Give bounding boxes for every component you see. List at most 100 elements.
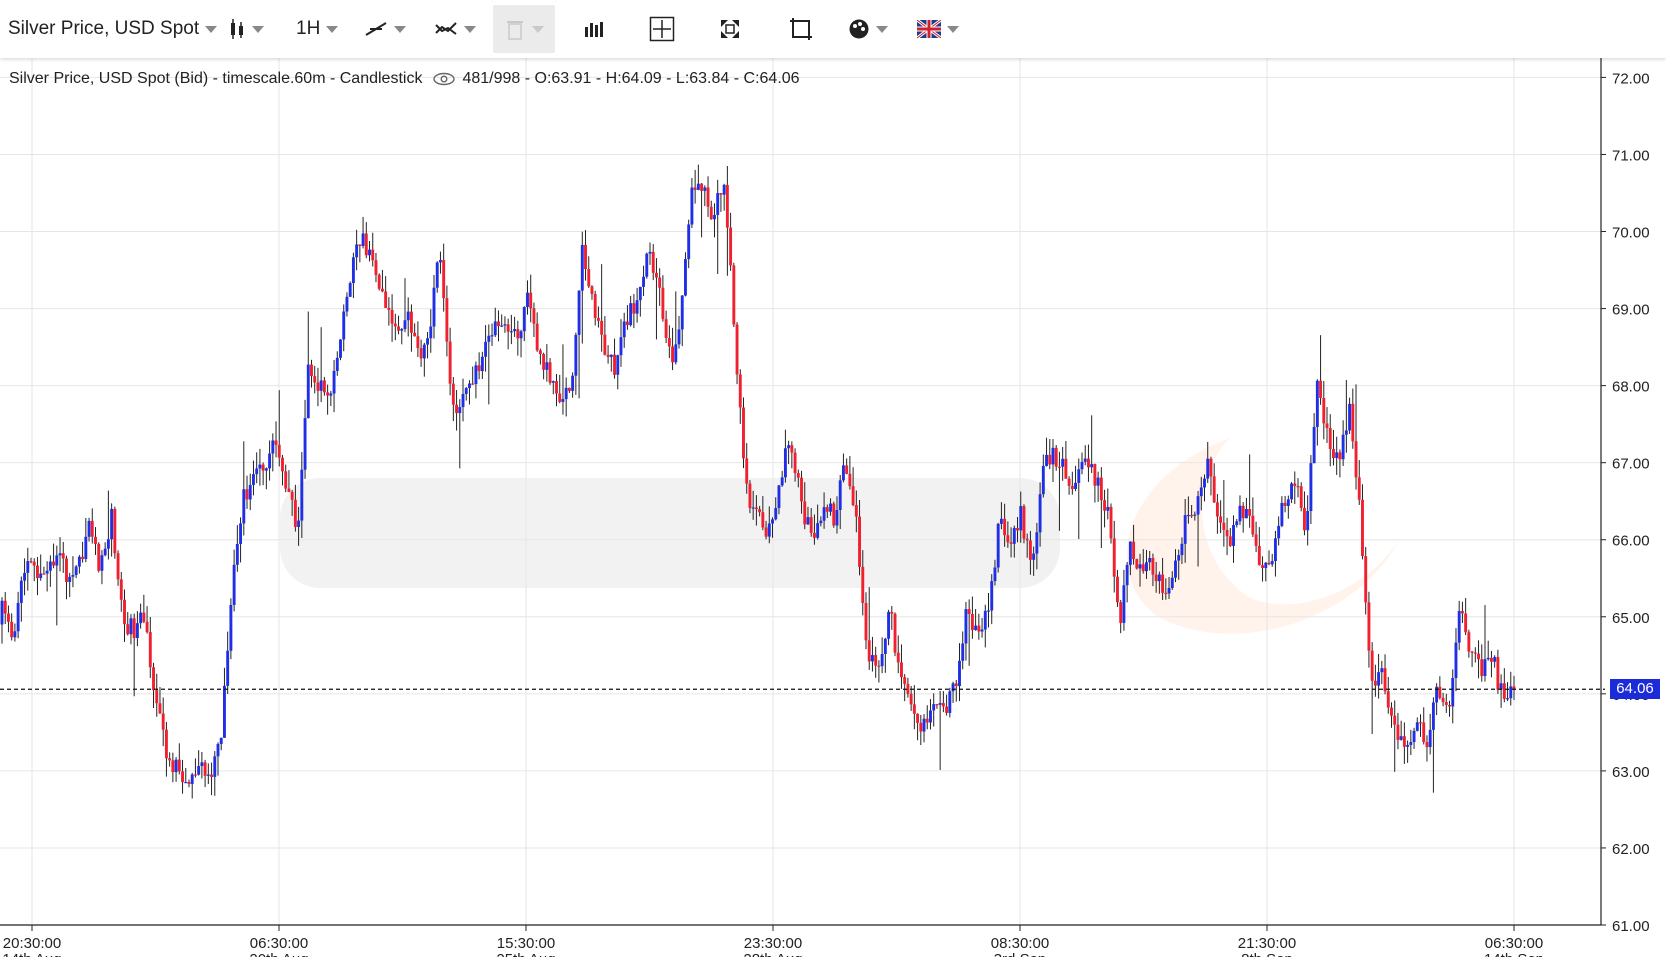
candle-down (1425, 742, 1429, 748)
candle-down (845, 465, 849, 474)
candle-down (1480, 659, 1484, 676)
candle-down (287, 488, 291, 492)
candle-up (716, 193, 720, 215)
candle-down (90, 520, 94, 537)
language-selector[interactable] (917, 0, 959, 58)
candle-up (806, 517, 810, 525)
candle-down (164, 729, 168, 759)
price-tick-label: 62.00 (1612, 841, 1650, 858)
candle-down (1057, 466, 1061, 468)
candle-up (509, 331, 513, 333)
time-tick-label: 06:30:00 (1485, 935, 1543, 952)
candle-up (13, 631, 17, 638)
candle-down (1132, 541, 1136, 560)
candle-down (754, 507, 758, 510)
candle-down (177, 759, 181, 772)
candle-up (1083, 458, 1087, 462)
candle-up (648, 251, 652, 254)
bar-chart-icon (585, 22, 603, 37)
candle-down (161, 713, 165, 730)
date-tick-label: 28th Aug (743, 951, 802, 957)
candle-down (123, 599, 126, 625)
candle-up (1106, 506, 1110, 511)
candle-up (883, 638, 887, 654)
chart-area[interactable]: 72.00 71.00 70.00 69.00 68.00 67.00 66.00 65.00… (0, 58, 1666, 957)
price-tick-label: 63.00 (1612, 764, 1650, 781)
chart-type-selector[interactable] (228, 0, 264, 58)
timeframe-selector[interactable]: 1H (296, 0, 339, 58)
candle-down (548, 362, 552, 383)
candle-up (1203, 478, 1206, 488)
candlestick-chart[interactable]: 72.00 71.00 70.00 69.00 68.00 67.00 66.00 65.00… (0, 58, 1666, 957)
candle-down (419, 348, 423, 359)
candle-up (0, 600, 4, 625)
candle-down (65, 558, 68, 582)
candle-down (1477, 653, 1480, 660)
candle-down (1328, 428, 1332, 450)
candle-up (819, 520, 823, 524)
candle-down (812, 532, 816, 538)
candle-up (987, 610, 990, 612)
candle-up (200, 762, 204, 766)
candle-up (258, 464, 262, 469)
candle-up (493, 321, 497, 336)
candle-down (1496, 657, 1500, 690)
fullscreen-button[interactable] (719, 0, 741, 58)
candle-down (187, 782, 191, 784)
volume-toggle-button[interactable] (583, 0, 605, 58)
candle-up (580, 244, 584, 291)
candle-up (870, 655, 874, 662)
candle-down (245, 489, 249, 500)
candle-down (1254, 534, 1258, 546)
candle-down (94, 536, 97, 544)
candle-up (1061, 458, 1065, 467)
candle-down (1048, 454, 1052, 465)
candle-up (226, 650, 230, 686)
candle-up (480, 356, 484, 372)
crosshair-toggle-button[interactable] (649, 0, 675, 58)
last-price-tag: 64.06 (1610, 679, 1660, 700)
date-tick-label: 14th Sep (1484, 951, 1544, 957)
candle-down (1064, 458, 1068, 479)
candle-up (990, 581, 994, 611)
candle-down (1151, 558, 1155, 575)
candle-up (680, 295, 684, 330)
candle-up (1041, 465, 1045, 495)
candle-down (916, 713, 920, 723)
candle-up (84, 536, 88, 560)
candle-up (1280, 502, 1284, 526)
draw-line-tool[interactable] (364, 0, 406, 58)
candle-down (809, 517, 813, 533)
indicator-tool[interactable] (434, 0, 476, 58)
candle-down (941, 703, 945, 707)
candle-down (1209, 458, 1213, 477)
candle-down (851, 486, 855, 506)
candle-up (1138, 564, 1142, 569)
candle-down (903, 677, 907, 684)
candle-up (484, 341, 488, 357)
candle-down (748, 483, 752, 508)
candle-down (10, 621, 14, 638)
candle-down (967, 609, 971, 615)
theme-selector[interactable] (848, 0, 888, 58)
candle-down (29, 561, 33, 563)
candle-up (232, 564, 236, 605)
candle-down (155, 690, 159, 704)
eye-icon[interactable] (432, 72, 456, 86)
candle-up (1180, 543, 1184, 556)
ohlc-readout: 481/998 - O:63.91 - H:64.09 - L:63.84 - … (462, 70, 800, 87)
delete-drawings-button[interactable] (493, 5, 555, 53)
candle-down (281, 457, 284, 472)
candle-down (1119, 602, 1123, 623)
fit-screen-button[interactable] (789, 0, 813, 58)
candle-up (1186, 514, 1190, 517)
symbol-selector[interactable]: Silver Price, USD Spot (8, 0, 218, 58)
candle-down (1390, 707, 1393, 716)
candle-up (222, 685, 226, 738)
candle-down (1322, 397, 1326, 424)
candle-down (364, 233, 368, 256)
candle-down (1086, 458, 1090, 468)
candle-up (264, 468, 268, 471)
candle-down (1009, 542, 1013, 544)
candle-down (1473, 652, 1477, 654)
